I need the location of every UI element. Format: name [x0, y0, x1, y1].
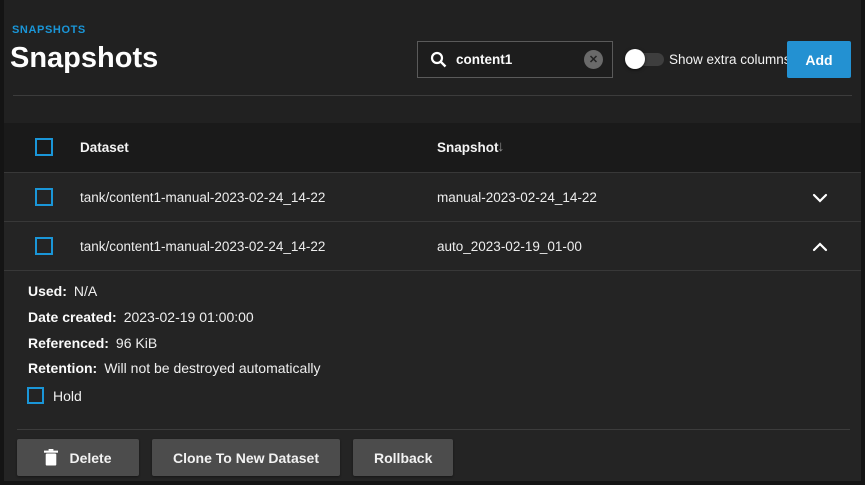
cell-snapshot: auto_2023-02-19_01-00 [437, 239, 582, 254]
delete-button[interactable]: Delete [17, 439, 139, 476]
detail-used: Used: N/A [28, 283, 97, 299]
clear-search-icon[interactable]: ✕ [584, 50, 603, 69]
detail-value: 2023-02-19 01:00:00 [124, 309, 254, 325]
actions-divider [17, 429, 850, 430]
search-value[interactable]: content1 [456, 52, 584, 67]
delete-button-label: Delete [69, 450, 111, 466]
snapshot-details-panel: Used: N/A Date created: 2023-02-19 01:00:0… [4, 270, 861, 481]
add-button[interactable]: Add [787, 41, 851, 78]
page-title: Snapshots [10, 42, 158, 75]
hold-checkbox[interactable] [27, 387, 44, 404]
rollback-button[interactable]: Rollback [353, 439, 453, 476]
detail-referenced: Referenced: 96 KiB [28, 335, 157, 351]
chevron-up-icon[interactable] [812, 242, 828, 252]
search-input[interactable]: content1 ✕ [417, 41, 613, 78]
detail-value: Will not be destroyed automatically [104, 360, 320, 376]
detail-label: Referenced: [28, 335, 109, 351]
select-all-checkbox[interactable] [35, 138, 53, 156]
cell-dataset: tank/content1-manual-2023-02-24_14-22 [80, 190, 325, 205]
show-extra-columns-toggle[interactable] [625, 48, 667, 70]
actions-row: Delete Clone To New Dataset Rollback [17, 439, 453, 476]
snapshots-page: SNAPSHOTS Snapshots content1 ✕ Show extr… [4, 0, 861, 481]
row-checkbox[interactable] [35, 188, 53, 206]
table-header: Dataset Snapshot ↓ [4, 123, 861, 172]
toggle-thumb[interactable] [625, 49, 645, 69]
table-row[interactable]: tank/content1-manual-2023-02-24_14-22 au… [4, 221, 861, 270]
detail-value: N/A [74, 283, 97, 299]
chevron-down-icon[interactable] [812, 193, 828, 203]
hold-field: Hold [27, 387, 82, 404]
clone-to-new-dataset-button[interactable]: Clone To New Dataset [152, 439, 340, 476]
detail-label: Used: [28, 283, 67, 299]
detail-retention: Retention: Will not be destroyed automati… [28, 360, 321, 376]
search-icon [430, 51, 447, 68]
column-header-snapshot[interactable]: Snapshot [437, 140, 499, 155]
detail-value: 96 KiB [116, 335, 157, 351]
column-header-dataset[interactable]: Dataset [80, 140, 129, 155]
breadcrumb[interactable]: SNAPSHOTS [12, 24, 86, 36]
detail-date-created: Date created: 2023-02-19 01:00:00 [28, 309, 254, 325]
detail-label: Retention: [28, 360, 97, 376]
trash-icon [44, 449, 58, 466]
show-extra-columns-label: Show extra columns [669, 52, 791, 67]
header-divider [13, 95, 852, 96]
row-checkbox[interactable] [35, 237, 53, 255]
detail-label: Date created: [28, 309, 117, 325]
sort-desc-icon[interactable]: ↓ [497, 138, 505, 155]
cell-dataset: tank/content1-manual-2023-02-24_14-22 [80, 239, 325, 254]
cell-snapshot: manual-2023-02-24_14-22 [437, 190, 597, 205]
hold-label: Hold [53, 388, 82, 404]
table-row[interactable]: tank/content1-manual-2023-02-24_14-22 ma… [4, 172, 861, 221]
